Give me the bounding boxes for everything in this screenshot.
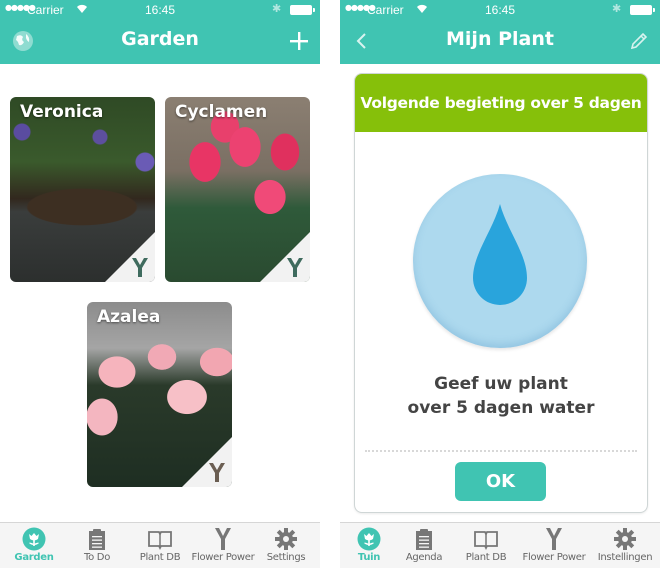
navigation-bar: ●●●●● Carrier 16:45 ✱ Mijn Plant [340,0,660,64]
tab-plant-db[interactable]: Plant DB [454,527,518,568]
tab-label: Agenda [405,552,443,563]
plant-name: Azalea [97,307,161,327]
tab-label: Plant DB [465,552,507,563]
water-drop-icon [473,204,527,305]
book-icon [474,531,498,551]
tab-instellingen[interactable]: Instellingen [591,527,659,568]
dotted-divider [365,450,637,452]
bluetooth-icon: ✱ [612,2,622,15]
tab-bar: Garden To Do Plant DB Flower Power Setti… [0,522,320,568]
carrier-label: Carrier [367,3,404,17]
plant-detail-screen: ●●●●● Carrier 16:45 ✱ Mijn Plant Volgend… [340,0,660,568]
tab-label: Plant DB [139,552,181,563]
carrier-label: Carrier [27,3,64,17]
plant-name: Cyclamen [175,102,268,122]
clock: 16:45 [485,3,516,17]
plus-icon[interactable] [288,30,310,52]
plant-card-azalea[interactable]: Azalea [87,302,232,487]
wifi-icon [417,4,427,13]
garden-flower-icon [22,527,46,551]
flower-power-sensor-icon [209,463,225,482]
plant-name: Veronica [20,102,104,122]
ok-button[interactable]: OK [455,462,546,501]
clock: 16:45 [145,3,176,17]
tab-plant-db[interactable]: Plant DB [128,527,192,568]
pencil-icon[interactable] [628,30,650,52]
status-bar: ●●●●● Carrier 16:45 ✱ [340,0,660,20]
book-icon [148,531,172,551]
wifi-icon [77,4,87,13]
navigation-bar: ●●●●● Carrier 16:45 ✱ Garden [0,0,320,64]
watering-message: Geef uw plant over 5 dagen water [355,372,647,420]
gear-icon [614,528,636,550]
tab-label: To Do [83,552,111,563]
watering-reminder-card: Volgende begieting over 5 dagen Geef uw … [354,73,648,513]
garden-flower-icon [357,527,381,551]
tab-label: Settings [266,552,306,563]
battery-icon [630,5,655,15]
tab-todo[interactable]: To Do [65,527,129,568]
flower-power-sensor-icon [546,528,562,550]
tab-settings[interactable]: Settings [254,527,318,568]
page-title: Mijn Plant [446,28,554,50]
tab-agenda[interactable]: Agenda [392,527,456,568]
clipboard-icon [89,529,105,550]
plant-card-veronica[interactable]: Veronica [10,97,155,282]
bluetooth-icon: ✱ [272,2,282,15]
tab-garden[interactable]: Garden [2,527,66,568]
card-header: Volgende begieting over 5 dagen [355,74,647,132]
battery-icon [290,5,315,15]
tab-label: Instellingen [597,552,653,563]
tab-flower-power[interactable]: Flower Power [191,527,255,568]
tab-bar: Tuin Agenda Plant DB Flower Power Instel… [340,522,660,568]
message-line-2: over 5 dagen water [407,398,595,418]
status-bar: ●●●●● Carrier 16:45 ✱ [0,0,320,20]
flower-power-sensor-icon [132,258,148,277]
flower-power-sensor-icon [287,258,303,277]
tab-label: Flower Power [191,552,255,563]
water-indicator [413,174,587,348]
clipboard-icon [416,529,432,550]
plant-card-cyclamen[interactable]: Cyclamen [165,97,310,282]
flower-power-sensor-icon [215,528,231,550]
tab-label: Flower Power [522,552,586,563]
garden-screen: ●●●●● Carrier 16:45 ✱ Garden Veronica Cy… [0,0,320,568]
message-line-1: Geef uw plant [434,374,568,394]
tab-label: Garden [14,552,54,563]
page-title: Garden [121,28,199,50]
gear-icon [275,528,297,550]
tab-flower-power[interactable]: Flower Power [522,527,586,568]
